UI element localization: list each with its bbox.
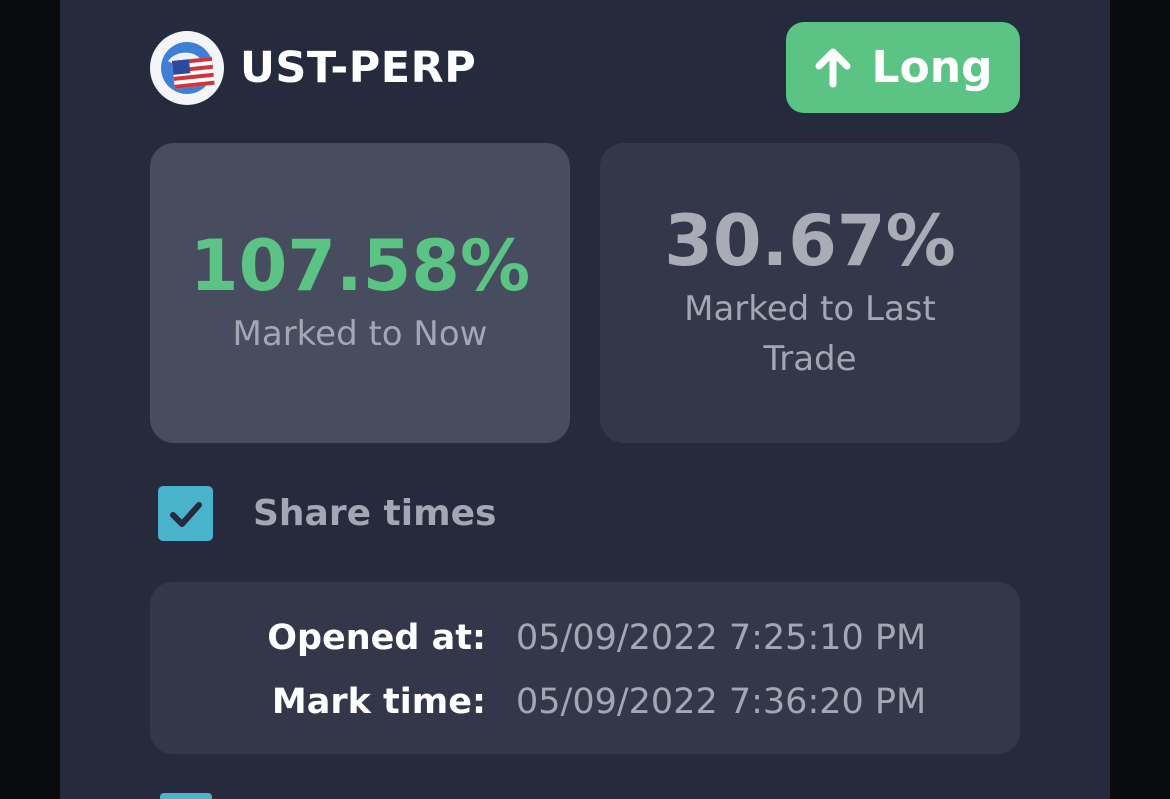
us-flag-globe-icon: [150, 31, 224, 105]
mark-time-row: Mark time: 05/09/2022 7:36:20 PM: [150, 677, 1020, 727]
marked-to-last-trade-value: 30.67%: [664, 199, 956, 282]
marked-to-now-caption: Marked to Now: [232, 313, 488, 354]
mark-time-label: Mark time:: [271, 682, 486, 722]
opened-at-row: Opened at: 05/09/2022 7:25:10 PM: [150, 613, 1020, 663]
share-times-label: Share times: [253, 493, 497, 534]
mark-time-value: 05/09/2022 7:36:20 PM: [516, 682, 927, 722]
arrow-up-icon: [815, 48, 851, 87]
market-header: UST-PERP: [150, 30, 476, 106]
checkmark-icon: [169, 501, 202, 527]
share-times-checkbox[interactable]: [158, 486, 213, 541]
market-name: UST-PERP: [240, 43, 477, 93]
marked-to-now-value: 107.58%: [189, 224, 531, 307]
opened-at-value: 05/09/2022 7:25:10 PM: [516, 618, 927, 658]
next-checkbox-partial[interactable]: [160, 793, 212, 799]
share-times-row[interactable]: Share times: [158, 486, 496, 541]
position-side-label: Long: [871, 42, 993, 93]
times-panel: Opened at: 05/09/2022 7:25:10 PM Mark ti…: [150, 582, 1020, 754]
position-side-badge[interactable]: Long: [786, 22, 1020, 113]
marked-to-last-trade-caption: Marked to Last Trade: [684, 288, 936, 379]
opened-at-label: Opened at:: [267, 618, 486, 658]
marked-to-now-card: 107.58% Marked to Now: [150, 143, 570, 443]
marked-to-last-trade-card[interactable]: 30.67% Marked to Last Trade: [600, 143, 1020, 443]
